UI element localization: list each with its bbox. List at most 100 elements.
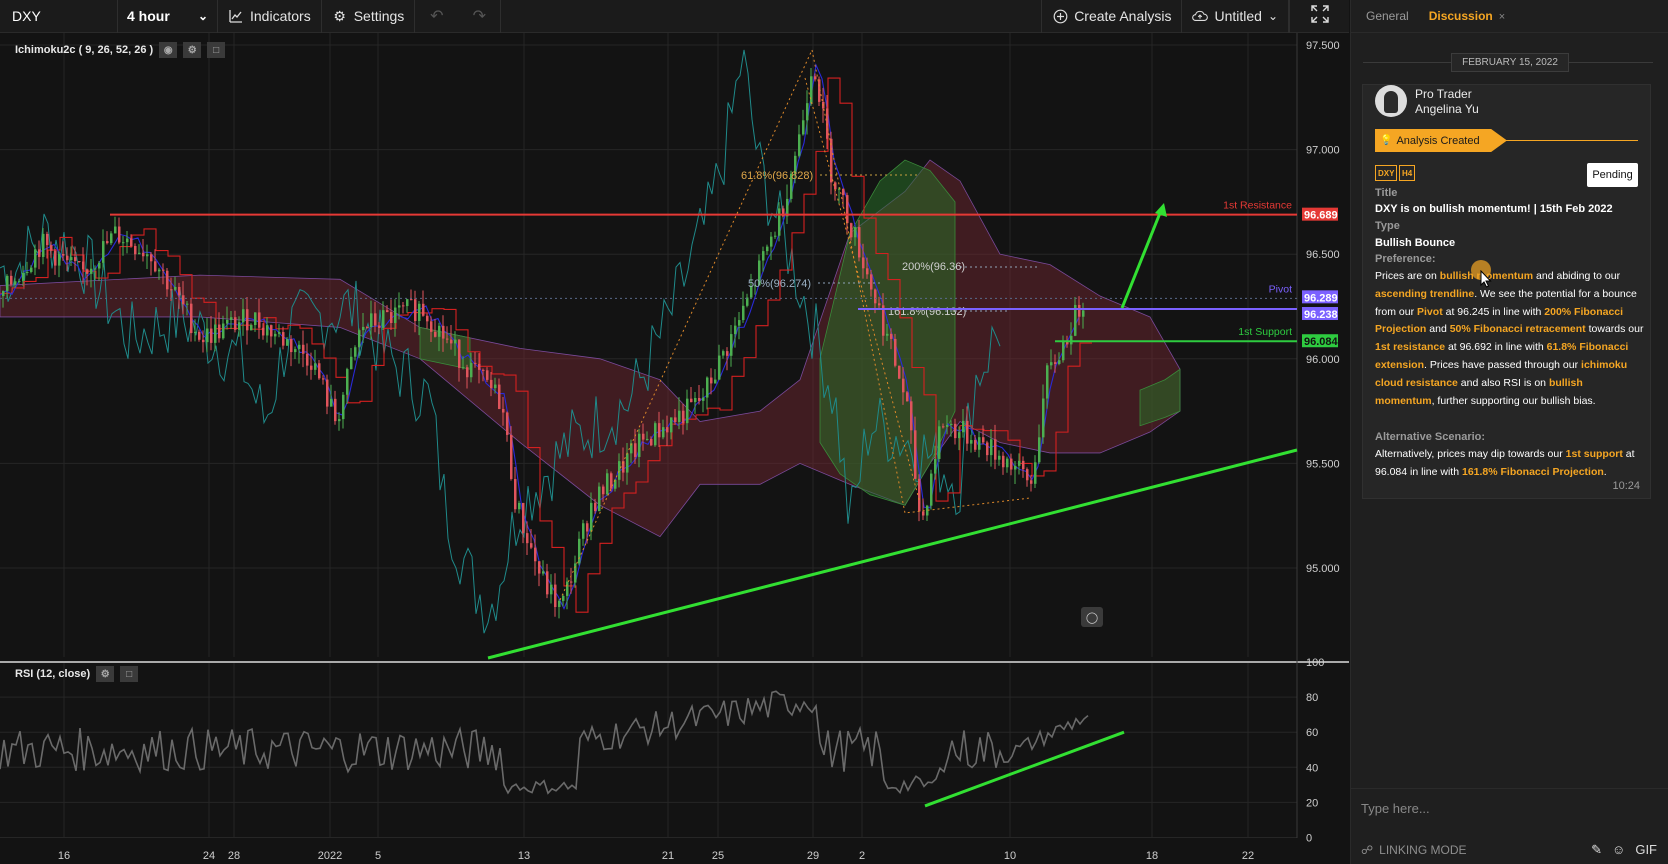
candle: [234, 317, 237, 330]
date-tick-label: 24: [203, 850, 215, 862]
candle: [394, 307, 397, 324]
candle: [474, 362, 477, 364]
candle: [678, 410, 681, 423]
symbol-tag: DXY: [1375, 165, 1398, 181]
linking-mode-label[interactable]: LINKING MODE: [1379, 843, 1466, 857]
fullscreen-button[interactable]: [1289, 0, 1349, 33]
trash-icon[interactable]: □: [207, 42, 226, 58]
candle: [878, 303, 881, 306]
layout-selector[interactable]: Untitled ⌄: [1182, 0, 1289, 33]
candle: [286, 339, 289, 346]
candle: [1018, 460, 1021, 466]
candle: [778, 208, 781, 236]
candle: [862, 257, 865, 269]
candle: [666, 427, 669, 433]
candle: [226, 319, 229, 324]
date-tick-label: 25: [712, 850, 724, 862]
candle: [1038, 437, 1041, 463]
lightbulb-icon[interactable]: ◯: [1081, 607, 1103, 627]
gif-button[interactable]: GIF: [1635, 842, 1657, 858]
symbol-selector[interactable]: DXY: [0, 0, 118, 33]
candle: [954, 423, 957, 439]
candle: [354, 347, 357, 357]
candle: [450, 339, 453, 344]
candle: [238, 322, 241, 330]
candle: [870, 274, 873, 290]
interval-selector[interactable]: 4 hour ⌄: [118, 0, 218, 33]
candle: [682, 410, 685, 424]
preference-text: Prices are on bullish momentum and abidi…: [1375, 270, 1644, 407]
chart-line-icon: [228, 8, 244, 24]
badge-label: Analysis Created: [1396, 134, 1480, 147]
candle: [122, 242, 125, 244]
undo-button[interactable]: ↶: [415, 0, 458, 33]
candle: [26, 271, 29, 273]
candle: [338, 419, 341, 422]
gear-icon[interactable]: ⚙: [96, 666, 115, 682]
date-tick-label: 22: [1242, 850, 1254, 862]
candle: [270, 325, 273, 337]
candle: [854, 227, 857, 238]
trash-icon[interactable]: □: [120, 666, 139, 682]
candle: [106, 241, 109, 244]
attachment-icon[interactable]: ✎: [1591, 842, 1602, 858]
candle: [774, 235, 777, 237]
fibonacci-label: 200%(96.36): [902, 261, 965, 273]
candle: [946, 424, 949, 427]
candle: [130, 238, 133, 246]
date-tick-label: 18: [1146, 850, 1158, 862]
indicators-label: Indicators: [250, 8, 311, 24]
date-tick-label: 13: [518, 850, 530, 862]
redo-button[interactable]: ↷: [458, 0, 502, 33]
candle: [430, 321, 433, 332]
candle: [850, 223, 853, 238]
candle: [618, 461, 621, 480]
candle: [142, 252, 145, 257]
candle: [538, 561, 541, 574]
candle: [706, 377, 709, 398]
candle: [654, 423, 657, 446]
plus-circle-icon: [1052, 8, 1068, 24]
chart-area[interactable]: 97.500 97.000 96.500 96.000 95.500 95.000 100 8…: [0, 33, 1349, 864]
price-chart[interactable]: 97.50097.00096.50096.00095.50095.0001008…: [0, 33, 1349, 864]
indicators-button[interactable]: Indicators: [218, 0, 322, 33]
candle: [602, 486, 605, 495]
candle: [978, 437, 981, 450]
candle: [250, 325, 253, 331]
candle: [990, 439, 993, 456]
price-tick-label: 96.000: [1306, 354, 1340, 366]
candle: [410, 299, 413, 301]
candle: [402, 305, 405, 307]
candle: [566, 581, 569, 596]
candle: [194, 331, 197, 334]
tab-discussion-label: Discussion: [1428, 9, 1493, 23]
candle: [670, 417, 673, 433]
message-input[interactable]: Type here...: [1351, 788, 1668, 828]
tab-discussion[interactable]: Discussion ×: [1429, 9, 1505, 23]
settings-button[interactable]: ⚙ Settings: [322, 0, 416, 33]
link-icon[interactable]: ☍: [1361, 843, 1373, 857]
candle: [594, 502, 597, 512]
candle: [362, 326, 365, 331]
eye-icon[interactable]: ◉: [159, 42, 178, 58]
candle: [42, 233, 45, 257]
close-icon[interactable]: ×: [1499, 11, 1505, 23]
candle: [418, 303, 421, 322]
emoji-icon[interactable]: ☺: [1612, 842, 1625, 858]
gear-icon[interactable]: ⚙: [183, 42, 202, 58]
create-analysis-button[interactable]: Create Analysis: [1041, 0, 1183, 33]
candle: [222, 323, 225, 339]
discussion-panel: General Discussion × FEBRUARY 15, 2022 Pr…: [1350, 0, 1668, 864]
candle: [514, 479, 517, 510]
candle: [218, 324, 221, 339]
candle: [154, 261, 157, 272]
candle: [710, 377, 713, 384]
analysis-created-badge: 💡 Analysis Created: [1375, 129, 1507, 152]
rsi-tick-label: 0: [1306, 833, 1312, 845]
price-tick-label: 96.500: [1306, 249, 1340, 261]
candle: [462, 367, 465, 369]
status-badge[interactable]: Pending: [1587, 163, 1638, 187]
candle: [482, 369, 485, 371]
tab-general[interactable]: General: [1366, 9, 1409, 23]
date-tick-label: 2: [859, 850, 865, 862]
